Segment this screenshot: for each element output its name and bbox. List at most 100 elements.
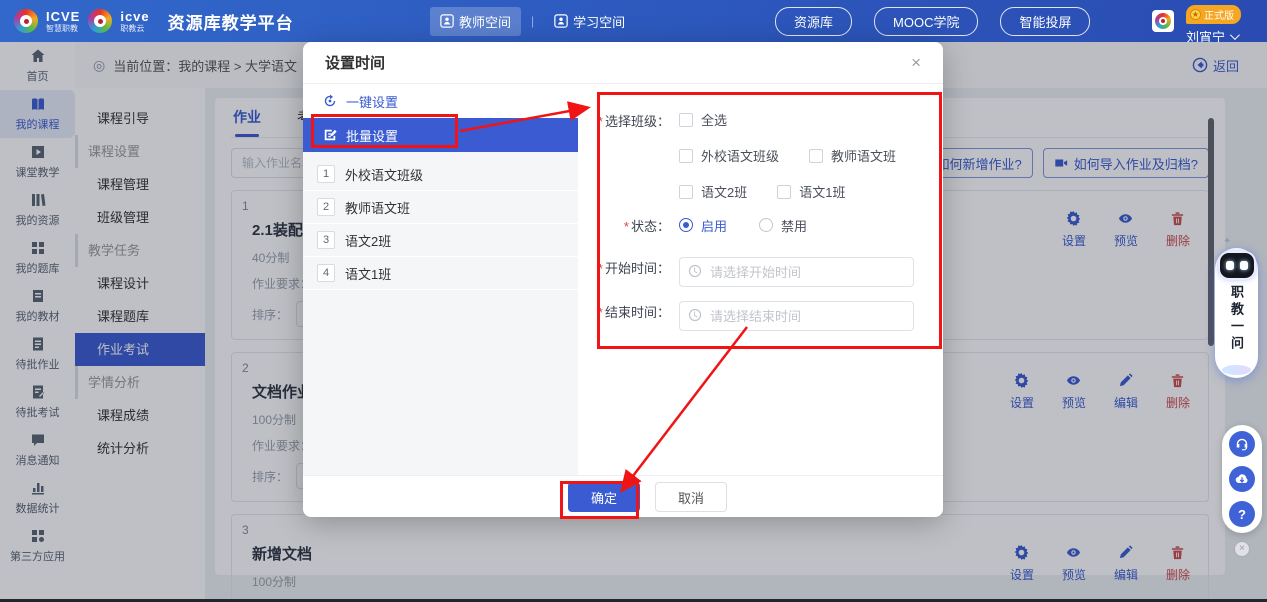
- set-time-dialog: 设置时间 × 一键设置 批量设置 1 外校语文班级: [303, 42, 943, 517]
- student-space-label: 学习空间: [573, 12, 625, 31]
- quick-tools-panel: ?: [1222, 425, 1262, 533]
- help-button[interactable]: ?: [1229, 501, 1255, 527]
- status-label: *状态：: [586, 215, 670, 235]
- header-pill-nav: 资源库 MOOC学院 智能投屏: [775, 0, 1090, 42]
- required-mark: *: [624, 219, 629, 234]
- icve-swirl-logo-icon: [14, 9, 38, 33]
- icve-logo-text: ICVE 智慧职教: [46, 10, 80, 33]
- logo1-subtitle: 智慧职教: [46, 25, 80, 33]
- top-header: ICVE 智慧职教 icve 职教云 资源库教学平台 教师空间 | 学习空间 资…: [0, 0, 1267, 42]
- medal-icon: ★: [1190, 9, 1201, 20]
- robot-wave-decoration: [1222, 365, 1251, 375]
- document-edit-icon: [323, 128, 337, 142]
- required-mark: *: [598, 261, 603, 276]
- class-checkbox-yuwen2[interactable]: 语文2班: [679, 182, 747, 201]
- checkbox-icon: [809, 149, 823, 163]
- class-number-badge: 2: [317, 198, 335, 216]
- class-name: 语文2班: [345, 231, 391, 250]
- class-list-item[interactable]: 3 语文2班: [303, 224, 578, 257]
- version-badge: ★ 正式版: [1186, 5, 1241, 24]
- app-window: ICVE 智慧职教 icve 职教云 资源库教学平台 教师空间 | 学习空间 资…: [0, 0, 1267, 602]
- robot-eye: [1226, 261, 1234, 270]
- customer-service-button[interactable]: [1229, 431, 1255, 457]
- chevron-down-icon: [1230, 30, 1240, 40]
- student-space-button[interactable]: 学习空间: [544, 7, 635, 36]
- logo2-title: icve: [120, 10, 149, 23]
- sparkle-icon: ✦: [1223, 236, 1231, 247]
- required-mark: *: [598, 114, 603, 129]
- class-number-badge: 3: [317, 231, 335, 249]
- dialog-footer: 确定 取消: [303, 475, 943, 517]
- class-name: 外校语文班级: [345, 165, 423, 184]
- quick-panel-close-icon[interactable]: ×: [1234, 541, 1250, 557]
- robot-face-icon: [1220, 253, 1254, 278]
- confirm-button[interactable]: 确定: [568, 482, 640, 512]
- teacher-space-label: 教师空间: [459, 12, 511, 31]
- checkbox-icon: [679, 113, 693, 127]
- menu-label: 一键设置: [346, 92, 398, 111]
- end-time-label: *结束时间：: [586, 301, 670, 331]
- checkbox-label: 语文2班: [701, 182, 747, 201]
- checkbox-icon: [679, 185, 693, 199]
- end-time-input[interactable]: [679, 301, 914, 331]
- assistant-label: 职教一问: [1227, 285, 1246, 353]
- class-name: 教师语文班: [345, 198, 410, 217]
- assistant-widget[interactable]: ✦ 职教一问: [1215, 248, 1258, 378]
- radio-label: 启用: [701, 216, 727, 235]
- brand-logos: ICVE 智慧职教 icve 职教云 资源库教学平台: [14, 9, 294, 34]
- menu-label: 批量设置: [346, 126, 398, 145]
- teacher-space-button[interactable]: 教师空间: [430, 7, 521, 36]
- dialog-left-menu: 一键设置 批量设置 1 外校语文班级 2 教师语文班 3: [303, 84, 578, 475]
- mooc-college-button[interactable]: MOOC学院: [874, 7, 978, 36]
- class-list: 1 外校语文班级 2 教师语文班 3 语文2班 4 语文1班: [303, 152, 578, 475]
- refresh-circle-icon: [323, 94, 337, 108]
- checkbox-label: 全选: [701, 110, 727, 129]
- dialog-header: 设置时间 ×: [303, 42, 943, 84]
- logo2-subtitle: 职教云: [120, 25, 149, 33]
- cancel-button[interactable]: 取消: [655, 482, 727, 512]
- zhijiaoyun-logo-text: icve 职教云: [120, 10, 149, 33]
- radio-selected-icon: [679, 218, 693, 232]
- version-badge-label: 正式版: [1204, 7, 1234, 22]
- checkbox-label: 教师语文班: [831, 146, 896, 165]
- required-mark: *: [598, 305, 603, 320]
- class-checkbox-waixiao[interactable]: 外校语文班级: [679, 146, 779, 165]
- download-button[interactable]: [1229, 466, 1255, 492]
- one-key-setting-item[interactable]: 一键设置: [303, 84, 578, 118]
- clock-icon: [688, 308, 702, 322]
- logo1-title: ICVE: [46, 10, 80, 23]
- batch-setting-form: *选择班级： 全选 外校语文班级: [578, 84, 943, 475]
- zhijiaoyun-swirl-logo-icon: [88, 9, 112, 33]
- dialog-title: 设置时间: [325, 52, 385, 73]
- student-space-icon: [554, 14, 568, 28]
- class-number-badge: 1: [317, 165, 335, 183]
- mini-app-icon[interactable]: [1152, 10, 1174, 32]
- mini-swirl-icon: [1155, 13, 1171, 29]
- class-list-item[interactable]: 1 外校语文班级: [303, 158, 578, 191]
- close-icon[interactable]: ×: [911, 54, 921, 71]
- start-time-label: *开始时间：: [586, 257, 670, 287]
- class-list-item[interactable]: 4 语文1班: [303, 257, 578, 290]
- status-disabled-radio[interactable]: 禁用: [759, 215, 807, 235]
- checkbox-icon: [679, 149, 693, 163]
- class-checkbox-jiaoshi[interactable]: 教师语文班: [809, 146, 896, 165]
- smart-cast-button[interactable]: 智能投屏: [1000, 7, 1090, 36]
- radio-icon: [759, 218, 773, 232]
- robot-eye: [1240, 261, 1248, 270]
- resource-library-button[interactable]: 资源库: [775, 7, 852, 36]
- platform-title: 资源库教学平台: [168, 9, 294, 34]
- class-list-item[interactable]: 2 教师语文班: [303, 191, 578, 224]
- select-all-checkbox[interactable]: 全选: [679, 110, 727, 129]
- space-switch-nav: 教师空间 | 学习空间: [430, 0, 635, 42]
- clock-icon: [688, 264, 702, 278]
- class-checkbox-yuwen1[interactable]: 语文1班: [777, 182, 845, 201]
- checkbox-label: 语文1班: [799, 182, 845, 201]
- batch-setting-item[interactable]: 批量设置: [303, 118, 578, 152]
- status-enabled-radio[interactable]: 启用: [679, 215, 727, 235]
- checkbox-icon: [777, 185, 791, 199]
- checkbox-label: 外校语文班级: [701, 146, 779, 165]
- class-number-badge: 4: [317, 264, 335, 282]
- teacher-space-icon: [440, 14, 454, 28]
- cloud-download-icon: [1235, 472, 1249, 486]
- start-time-input[interactable]: [679, 257, 914, 287]
